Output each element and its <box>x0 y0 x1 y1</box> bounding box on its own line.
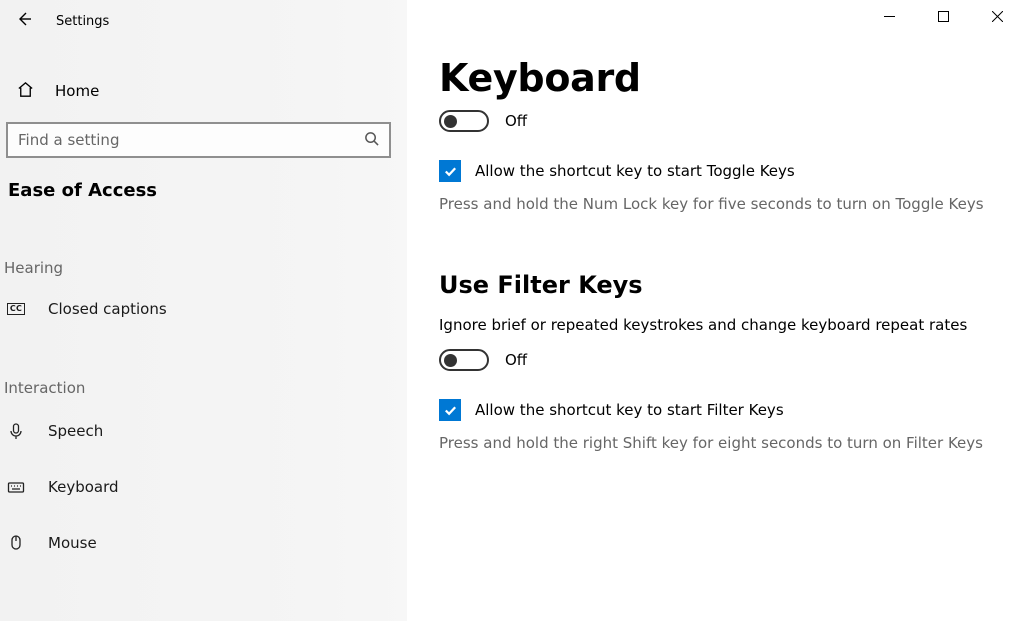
checkbox-label: Allow the shortcut key to start Filter K… <box>475 401 784 419</box>
maximize-button[interactable] <box>916 0 970 32</box>
toggle-keys-hint: Press and hold the Num Lock key for five… <box>439 194 992 215</box>
page-title: Keyboard <box>439 56 992 100</box>
sidebar-item-label: Mouse <box>48 534 97 552</box>
checkbox-label: Allow the shortcut key to start Toggle K… <box>475 162 795 180</box>
toggle-keys-shortcut-checkbox-row: Allow the shortcut key to start Toggle K… <box>439 160 992 182</box>
toggle-state-label: Off <box>505 112 527 130</box>
section-title-filter-keys: Use Filter Keys <box>439 271 992 299</box>
filter-keys-toggle[interactable] <box>439 349 489 371</box>
back-icon[interactable] <box>16 11 32 31</box>
category-heading: Ease of Access <box>0 180 407 201</box>
keyboard-icon <box>6 478 26 496</box>
section-desc-filter-keys: Ignore brief or repeated keystrokes and … <box>439 315 992 335</box>
search-box[interactable] <box>6 122 391 158</box>
filter-keys-shortcut-checkbox[interactable] <box>439 399 461 421</box>
sidebar-item-label: Speech <box>48 422 103 440</box>
toggle-keys-toggle-row: Off <box>439 110 992 132</box>
nav-home[interactable]: Home <box>0 70 407 112</box>
group-label-interaction: Interaction <box>0 379 407 397</box>
minimize-button[interactable] <box>862 0 916 32</box>
filter-keys-toggle-row: Off <box>439 349 992 371</box>
sidebar-item-label: Closed captions <box>48 300 167 318</box>
sidebar-item-mouse[interactable]: Mouse <box>0 521 407 565</box>
sidebar: Settings Home Ease of Access Hearing CC … <box>0 0 407 621</box>
toggle-state-label: Off <box>505 351 527 369</box>
filter-keys-hint: Press and hold the right Shift key for e… <box>439 433 992 454</box>
filter-keys-shortcut-checkbox-row: Allow the shortcut key to start Filter K… <box>439 399 992 421</box>
sidebar-item-speech[interactable]: Speech <box>0 409 407 453</box>
toggle-keys-toggle[interactable] <box>439 110 489 132</box>
sidebar-item-label: Keyboard <box>48 478 119 496</box>
mouse-icon <box>6 534 26 552</box>
group-label-hearing: Hearing <box>0 259 407 277</box>
toggle-keys-shortcut-checkbox[interactable] <box>439 160 461 182</box>
home-icon <box>16 80 35 103</box>
window-controls <box>862 0 1024 32</box>
sidebar-item-closed-captions[interactable]: CC Closed captions <box>0 287 407 331</box>
closed-captions-icon: CC <box>6 303 26 315</box>
microphone-icon <box>6 422 26 440</box>
close-button[interactable] <box>970 0 1024 32</box>
window-title: Settings <box>56 14 109 29</box>
search-icon <box>364 131 379 150</box>
titlebar: Settings <box>0 6 407 36</box>
content: Keyboard Off Allow the shortcut key to s… <box>407 0 1024 621</box>
search-input[interactable] <box>18 131 364 149</box>
nav-home-label: Home <box>55 82 99 100</box>
sidebar-item-keyboard[interactable]: Keyboard <box>0 465 407 509</box>
